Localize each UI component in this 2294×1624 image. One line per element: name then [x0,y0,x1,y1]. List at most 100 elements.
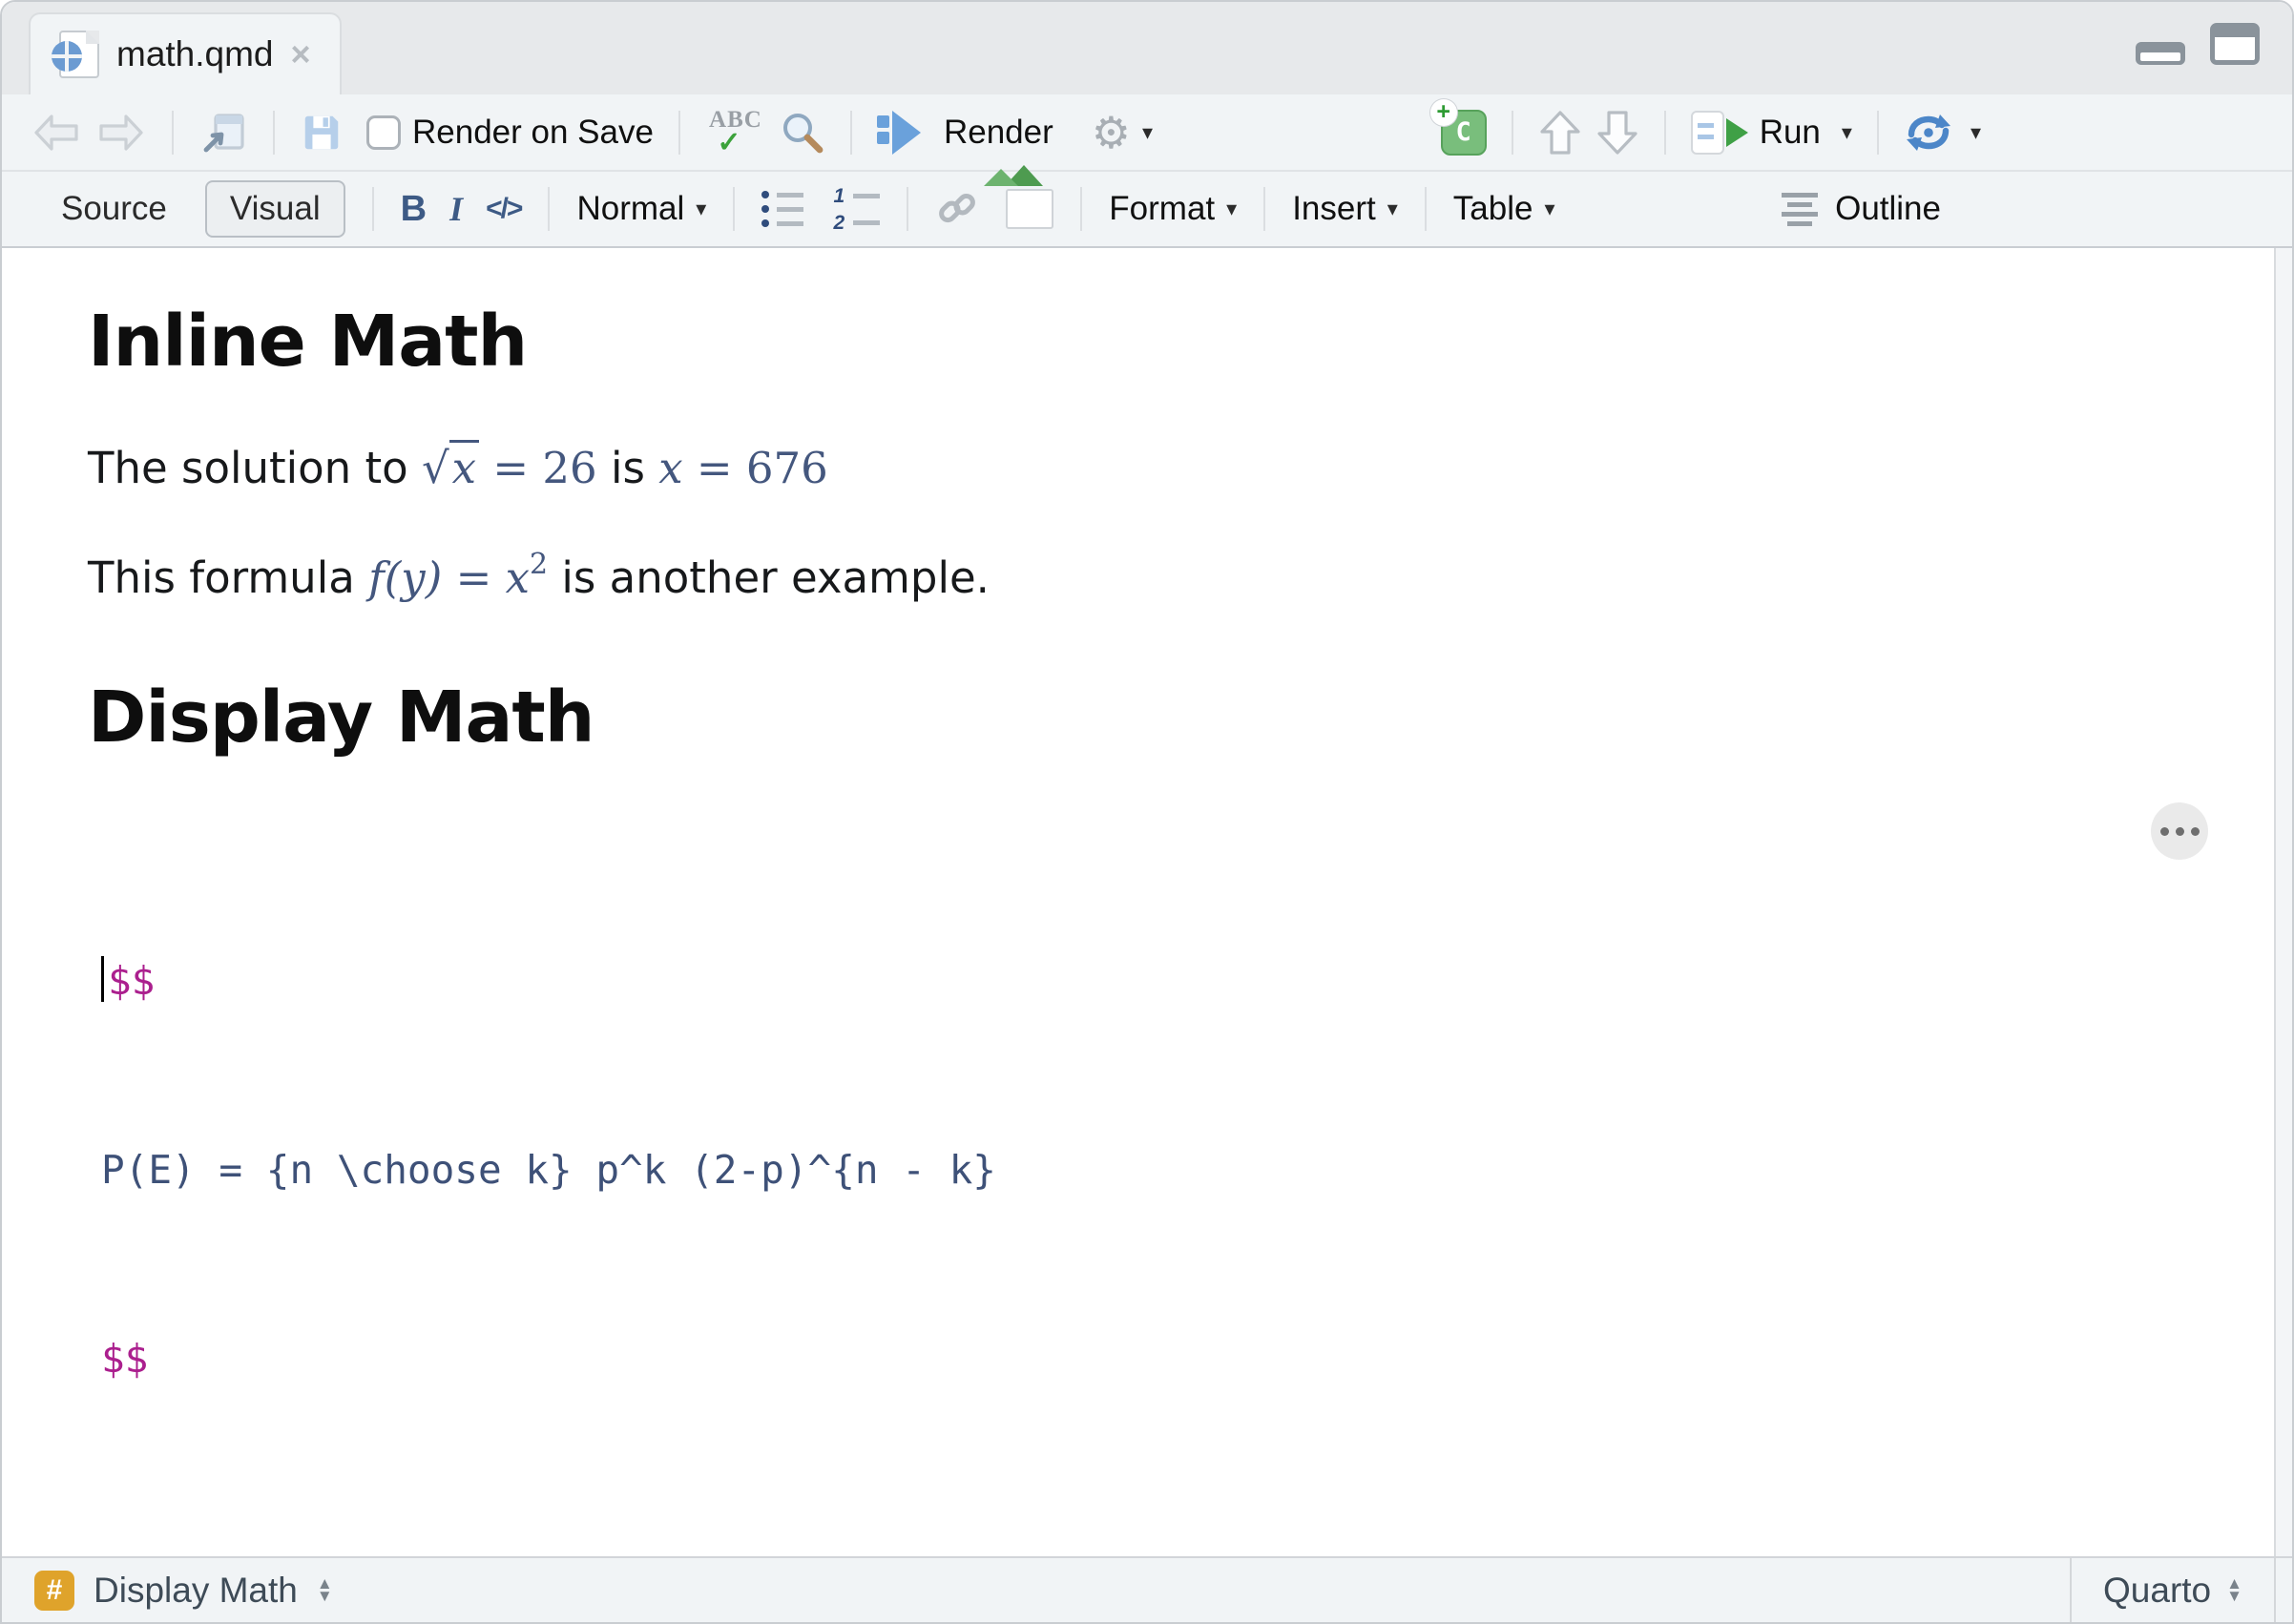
bold-button[interactable]: B [401,189,427,230]
minimize-pane-icon[interactable] [2136,42,2185,65]
render-on-save-checkbox[interactable] [366,115,401,150]
chevron-down-icon: ▾ [1970,119,1981,144]
paragraph-text: This formula [88,552,369,603]
toolbar-separator [172,110,174,155]
code-line-3: $$ [101,1336,149,1383]
paragraph-style-dropdown[interactable]: Normal ▾ [576,190,706,228]
numbered-list-button[interactable]: 1 2 [832,186,881,233]
inline-math-formula: f(y) = x2 [368,547,549,603]
up-arrow-icon [1540,110,1580,155]
current-block-label: Display Math [94,1570,298,1610]
insert-chunk-icon: C + [1429,98,1487,156]
run-icon [1690,110,1748,155]
bullet-list-button[interactable] [761,191,804,227]
render-on-save-toggle[interactable]: Render on Save [366,114,654,152]
toolbar-separator [678,110,680,155]
chevron-down-icon: ▾ [1226,197,1238,220]
quarto-document-icon [52,31,99,78]
outline-label: Outline [1835,190,1941,227]
toolbar-separator [371,187,374,231]
chevron-down-icon: ▾ [1387,197,1398,220]
tab-bar: math.qmd × [2,2,2292,94]
close-tab-icon[interactable]: × [291,37,311,72]
insert-chunk-button[interactable]: C + [1429,98,1487,156]
save-icon [304,115,339,149]
code-line-2: P(E) = {n \choose k} p^k (2-p)^{n - k} [101,1147,996,1194]
chevron-down-icon: ▾ [1142,119,1154,144]
popout-window-icon [203,113,244,152]
toolbar-separator [1511,110,1513,155]
vertical-scrollbar[interactable] [2274,248,2292,1556]
document-mode-selector[interactable]: Quarto ▲ ▼ [2070,1558,2274,1622]
table-menu-label: Table [1452,190,1533,227]
render-label: Render [943,113,1053,151]
block-options-button[interactable] [2151,802,2208,860]
pane-controls [2136,23,2260,65]
forward-arrow-icon [99,114,143,151]
render-on-save-label: Render on Save [412,113,654,151]
hash-icon: # [34,1570,74,1611]
maximize-pane-icon[interactable] [2210,23,2260,65]
status-bar: # Display Math ▲ ▼ Quarto ▲ ▼ [2,1556,2292,1622]
render-options-button[interactable]: ⚙ ▾ [1092,107,1153,158]
paragraph-inline-math-1: The solution to √x = 26 is x = 676 [88,440,2254,495]
format-menu[interactable]: Format ▾ [1109,190,1237,228]
heading-display-math: Display Math [88,676,594,759]
display-math-source-editor[interactable]: $$ P(E) = {n \choose k} p^k (2-p)^{n - k… [101,823,2254,1516]
visual-editor-canvas[interactable]: Inline Math The solution to √x = 26 is x… [2,248,2292,1556]
insert-image-button[interactable] [1006,189,1054,229]
visual-mode-button[interactable]: Visual [204,180,345,238]
statusbar-corner [2274,1558,2292,1622]
insert-link-button[interactable] [935,187,979,231]
render-button[interactable]: Render [876,110,1053,155]
toolbar-separator [1263,187,1266,231]
run-next-chunk-button[interactable] [1595,109,1639,156]
chevron-down-icon: ▾ [1841,119,1852,144]
text-cursor [101,956,104,1003]
chevron-down-icon: ▾ [696,197,707,220]
toolbar-separator [1080,187,1083,231]
back-button[interactable] [31,111,82,155]
chevron-down-icon: ▾ [1544,197,1555,220]
insert-menu[interactable]: Insert ▾ [1292,190,1398,228]
toolbar-separator [907,187,909,231]
toolbar-separator [273,110,275,155]
paragraph-text: The solution to [88,443,422,494]
insert-menu-label: Insert [1292,190,1376,227]
code-line-1: $$ [101,949,2254,1012]
ellipsis-icon [2175,826,2184,836]
rstudio-editor-window: math.qmd × Render on Save ABC ✓ Render ⚙… [0,0,2294,1624]
outline-icon [1782,192,1819,226]
inline-math-solution: x = 676 [658,443,828,494]
italic-button[interactable]: I [442,189,470,229]
outline-toggle-button[interactable]: Outline [1782,190,1941,228]
code-format-button[interactable]: </> [486,193,523,225]
run-button[interactable]: Run ▾ [1690,110,1852,155]
paragraph-text: is another example. [548,552,990,603]
save-button[interactable] [300,111,344,155]
source-mode-button[interactable]: Source [38,182,190,236]
sort-arrows-icon: ▲ ▼ [2226,1573,2242,1605]
tab-math-qmd[interactable]: math.qmd × [29,12,342,94]
table-menu[interactable]: Table ▾ [1453,190,1555,228]
format-toolbar: Source Visual B I </> Normal ▾ 1 2 Forma… [2,170,2292,248]
numbered-list-icon: 1 2 [832,186,881,233]
bullet-list-icon [761,191,804,227]
spellcheck-icon: ABC ✓ [709,106,762,158]
tab-title: math.qmd [116,34,274,73]
spellcheck-button[interactable]: ABC ✓ [705,106,766,158]
find-replace-button[interactable] [780,110,825,156]
block-type-selector[interactable]: # Display Math ▲ ▼ [2,1558,2070,1622]
link-icon [939,193,976,223]
sort-arrows-icon: ▲ ▼ [316,1573,333,1605]
paragraph-text: is [596,443,659,494]
run-previous-chunks-button[interactable] [1538,109,1582,156]
open-in-new-window-button[interactable] [198,110,248,156]
forward-button[interactable] [95,111,147,155]
main-toolbar: Render on Save ABC ✓ Render ⚙ ▾ C + Run … [2,94,2292,170]
render-icon [876,110,932,155]
heading-inline-math: Inline Math [88,301,528,383]
toolbar-separator [548,187,551,231]
source-document-button[interactable]: ▾ [1904,112,1981,154]
source-refresh-icon [1906,114,1950,151]
